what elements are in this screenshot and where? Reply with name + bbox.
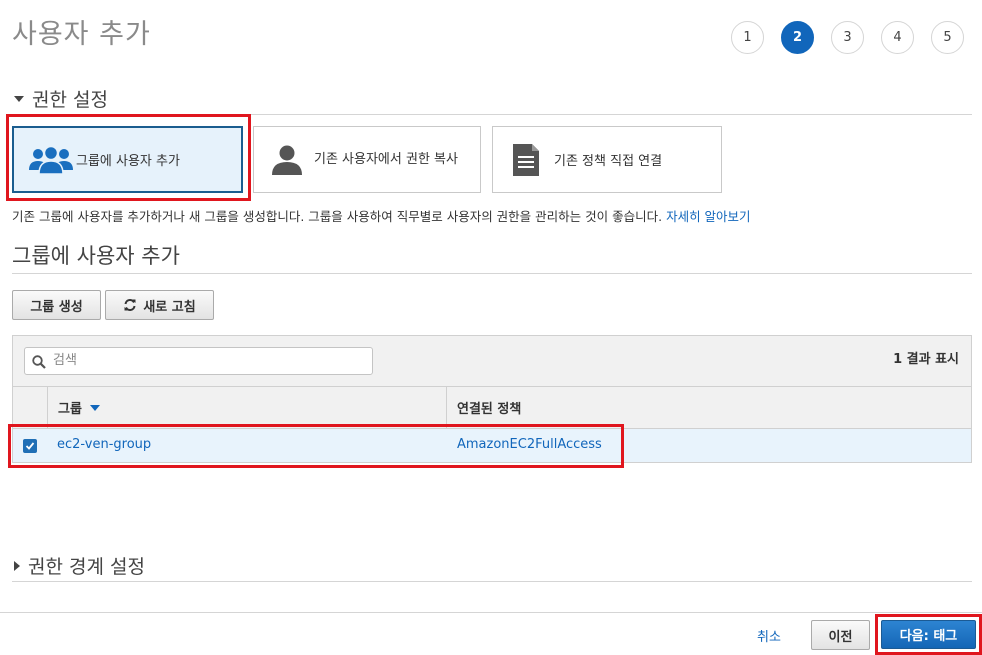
user-icon bbox=[270, 144, 304, 176]
divider bbox=[12, 273, 972, 274]
boundary-section-toggle[interactable]: 권한 경계 설정 bbox=[14, 552, 145, 579]
step-2-current[interactable]: 2 bbox=[781, 21, 814, 54]
permissions-description: 기존 그룹에 사용자를 추가하거나 새 그룹을 생성합니다. 그룹을 사용하여 … bbox=[12, 206, 751, 225]
table-toolbar: 1 결과 표시 bbox=[13, 336, 971, 387]
result-count: 1 결과 표시 bbox=[893, 352, 959, 367]
cancel-link[interactable]: 취소 bbox=[757, 626, 781, 645]
option-add-to-group[interactable]: 그룹에 사용자 추가 bbox=[12, 126, 243, 193]
create-group-button[interactable]: 그룹 생성 bbox=[12, 290, 101, 320]
divider bbox=[12, 581, 972, 582]
permissions-section-title: 권한 설정 bbox=[32, 89, 108, 111]
column-header-label: 그룹 bbox=[58, 402, 82, 417]
footer-divider bbox=[0, 612, 982, 613]
users-group-icon bbox=[28, 144, 74, 176]
caret-right-icon bbox=[14, 560, 20, 571]
option-copy-permissions[interactable]: 기존 사용자에서 권한 복사 bbox=[253, 126, 481, 193]
step-3[interactable]: 3 bbox=[831, 21, 864, 54]
document-icon bbox=[510, 142, 542, 178]
caret-down-icon bbox=[14, 95, 24, 102]
search-input[interactable] bbox=[51, 352, 365, 369]
refresh-label: 새로 고침 bbox=[143, 299, 196, 315]
refresh-button[interactable]: 새로 고침 bbox=[105, 290, 214, 320]
refresh-icon bbox=[123, 298, 137, 312]
column-header-group[interactable]: 그룹 bbox=[58, 387, 100, 428]
option-label: 기존 정책 직접 연결 bbox=[554, 154, 663, 169]
step-4[interactable]: 4 bbox=[881, 21, 914, 54]
search-box[interactable] bbox=[24, 347, 373, 375]
boundary-section-title: 권한 경계 설정 bbox=[28, 556, 145, 578]
next-tags-button[interactable]: 다음: 태그 bbox=[881, 620, 976, 649]
option-label: 그룹에 사용자 추가 bbox=[76, 154, 180, 169]
page-title: 사용자 추가 bbox=[12, 19, 151, 50]
create-group-label: 그룹 생성 bbox=[30, 299, 83, 315]
column-header-policy[interactable]: 연결된 정책 bbox=[457, 387, 521, 428]
permissions-section-toggle[interactable]: 권한 설정 bbox=[14, 85, 108, 112]
search-icon bbox=[32, 354, 46, 369]
description-text: 기존 그룹에 사용자를 추가하거나 새 그룹을 생성합니다. 그룹을 사용하여 … bbox=[12, 209, 663, 224]
previous-button[interactable]: 이전 bbox=[811, 620, 870, 650]
highlight-box bbox=[8, 424, 624, 468]
step-indicator: 1 2 3 4 5 bbox=[731, 21, 964, 54]
column-divider bbox=[446, 387, 447, 428]
sort-down-icon bbox=[89, 404, 100, 411]
table-header: 그룹 연결된 정책 bbox=[13, 387, 971, 429]
option-attach-policy[interactable]: 기존 정책 직접 연결 bbox=[492, 126, 722, 193]
step-1[interactable]: 1 bbox=[731, 21, 764, 54]
group-section-title: 그룹에 사용자 추가 bbox=[12, 244, 180, 268]
learn-more-link[interactable]: 자세히 알아보기 bbox=[666, 209, 750, 224]
column-divider bbox=[47, 387, 48, 428]
column-header-label: 연결된 정책 bbox=[457, 402, 522, 417]
step-5[interactable]: 5 bbox=[931, 21, 964, 54]
option-label: 기존 사용자에서 권한 복사 bbox=[314, 152, 458, 167]
